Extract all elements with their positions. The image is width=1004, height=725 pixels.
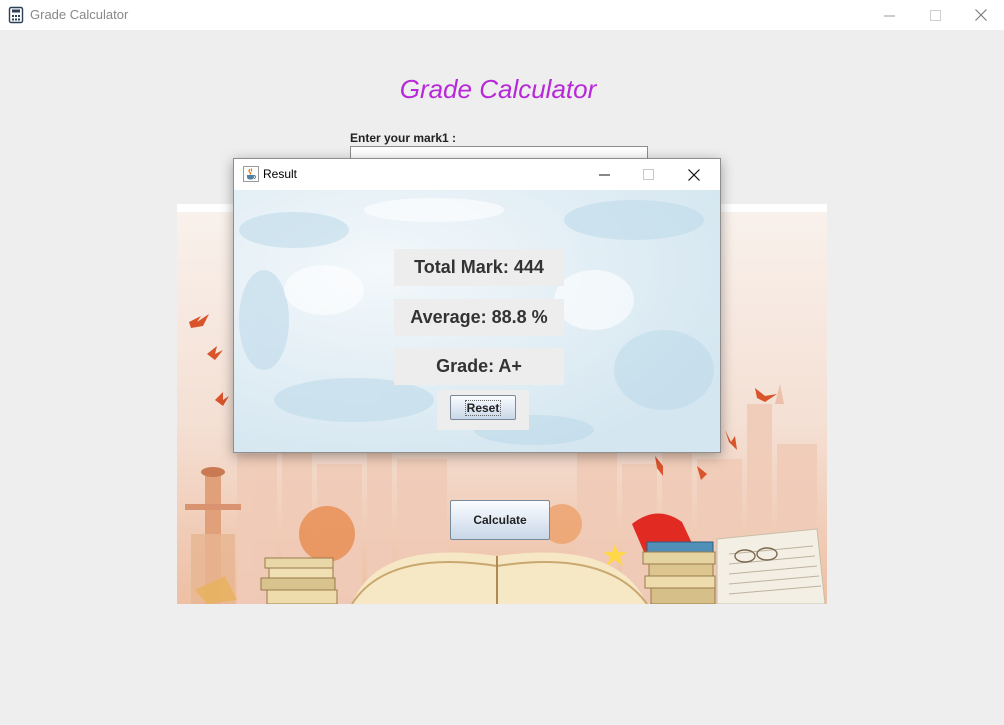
main-titlebar: Grade Calculator: [0, 0, 1004, 30]
close-icon: [975, 9, 987, 21]
dialog-close-button[interactable]: [672, 159, 716, 190]
reset-button-label: Reset: [464, 399, 502, 416]
dialog-titlebar: Result: [234, 159, 720, 190]
close-button[interactable]: [958, 0, 1004, 30]
dialog-maximize-button[interactable]: [626, 159, 670, 190]
result-dialog: Result Total Mark: 444 Average: 88.8 % G…: [233, 158, 721, 453]
java-cup-icon: [243, 166, 259, 182]
grade-label: Grade: A+: [394, 348, 564, 385]
result-panel: Total Mark: 444 Average: 88.8 % Grade: A…: [234, 190, 720, 452]
calculate-button[interactable]: Calculate: [450, 500, 550, 540]
minimize-icon: [598, 174, 610, 176]
page-title: Grade Calculator: [399, 74, 597, 104]
mark1-label: Enter your mark1 :: [350, 131, 457, 145]
window-title: Grade Calculator: [30, 7, 129, 22]
dialog-minimize-button[interactable]: [582, 159, 626, 190]
dialog-title: Result: [263, 167, 298, 181]
calculator-app-icon: [8, 6, 24, 24]
close-icon: [688, 168, 700, 181]
maximize-icon: [642, 169, 654, 180]
reset-button[interactable]: Reset: [450, 395, 516, 420]
maximize-button[interactable]: [912, 0, 958, 30]
average-label: Average: 88.8 %: [394, 299, 564, 336]
total-mark-label: Total Mark: 444: [394, 249, 564, 286]
maximize-icon: [929, 9, 941, 21]
minimize-button[interactable]: [866, 0, 912, 30]
minimize-icon: [883, 15, 895, 16]
